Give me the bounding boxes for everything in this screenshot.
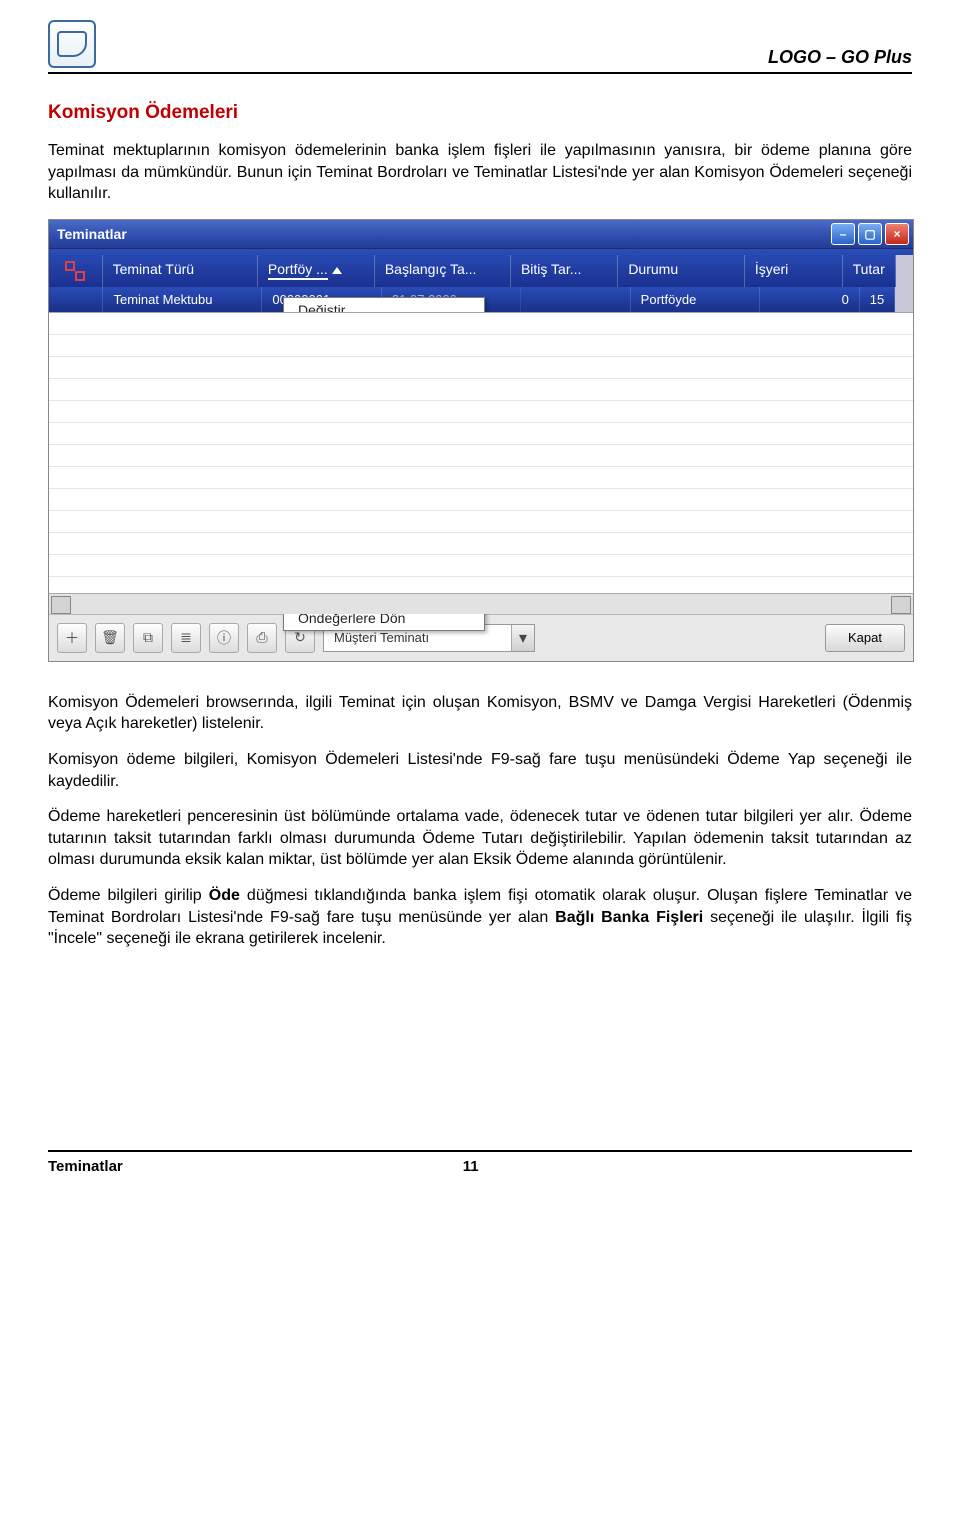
col-baslangic[interactable]: Başlangıç Ta... <box>375 255 511 287</box>
scroll-right-icon[interactable] <box>891 596 911 614</box>
maximize-icon[interactable]: ▢ <box>858 223 882 245</box>
paragraph-3: Komisyon ödeme bilgileri, Komisyon Ödeme… <box>48 749 912 792</box>
scroll-left-icon[interactable] <box>51 596 71 614</box>
brand-text: LOGO – GO Plus <box>768 47 912 68</box>
print-icon[interactable]: ⎙ <box>247 623 277 653</box>
footer-left: Teminatlar <box>48 1158 123 1175</box>
info-icon[interactable]: ⓘ <box>209 623 239 653</box>
chevron-down-icon[interactable]: ▾ <box>511 625 534 651</box>
minimize-icon[interactable]: – <box>831 223 855 245</box>
col-durumu[interactable]: Durumu <box>618 255 745 287</box>
paragraph-1: Teminat mektuplarının komisyon ödemeleri… <box>48 140 912 205</box>
app-window: Teminatlar – ▢ × Teminat Türü Portföy ..… <box>48 219 914 662</box>
col-isyeri[interactable]: İşyeri <box>745 255 843 287</box>
vscroll-up-icon[interactable] <box>896 255 913 287</box>
paragraph-4: Ödeme hareketleri penceresinin üst bölüm… <box>48 806 912 871</box>
window-title: Teminatlar <box>57 226 127 242</box>
col-portfoy[interactable]: Portföy ... <box>258 255 375 287</box>
col-teminat-turu[interactable]: Teminat Türü <box>103 255 258 287</box>
list-icon[interactable]: ≣ <box>171 623 201 653</box>
cell-durumu: Portföyde <box>631 287 760 312</box>
footer-page-number: 11 <box>463 1158 479 1175</box>
cell-turu: Teminat Mektubu <box>103 287 262 312</box>
grid-icon[interactable] <box>65 261 85 281</box>
col-tutar[interactable]: Tutar <box>843 255 896 287</box>
page-footer: Teminatlar 11 <box>48 1150 912 1175</box>
column-header-row: Teminat Türü Portföy ... Başlangıç Ta...… <box>49 249 913 287</box>
new-record-icon[interactable]: ＋ <box>57 623 87 653</box>
cell-tutar: 15 <box>860 287 895 312</box>
sort-asc-icon <box>332 267 342 274</box>
close-icon[interactable]: × <box>885 223 909 245</box>
page-title: Komisyon Ödemeleri <box>48 102 912 124</box>
cell-bitis <box>521 287 631 312</box>
copy-icon[interactable]: ⧉ <box>133 623 163 653</box>
logo-icon <box>48 20 96 68</box>
paragraph-2: Komisyon Ödemeleri browserında, ilgili T… <box>48 692 912 735</box>
empty-grid-area <box>49 312 913 593</box>
cell-isyeri: 0 <box>760 287 860 312</box>
paragraph-5: Ödeme bilgileri girilip Öde düğmesi tıkl… <box>48 885 912 950</box>
col-bitis[interactable]: Bitiş Tar... <box>511 255 618 287</box>
delete-icon[interactable]: 🗑 <box>95 623 125 653</box>
close-button[interactable]: Kapat <box>825 624 905 652</box>
horizontal-scrollbar[interactable] <box>49 593 913 614</box>
combo-value: Müşteri Teminatı <box>324 630 511 645</box>
titlebar: Teminatlar – ▢ × <box>49 220 913 249</box>
